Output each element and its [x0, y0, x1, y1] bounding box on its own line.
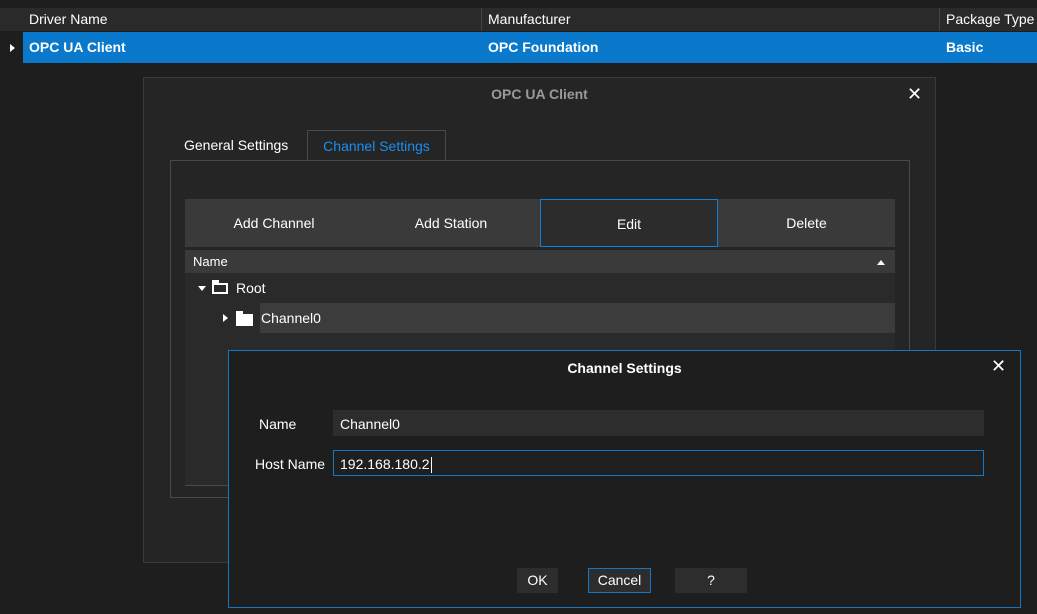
name-field[interactable]: Channel0: [333, 410, 984, 436]
table-row[interactable]: OPC UA Client OPC Foundation Basic: [0, 32, 1037, 63]
expand-icon[interactable]: [223, 314, 228, 322]
cell-manufacturer: OPC Foundation: [488, 39, 599, 55]
tab-channel-settings[interactable]: Channel Settings: [307, 130, 446, 160]
tab-general-settings[interactable]: General Settings: [184, 130, 288, 160]
delete-button[interactable]: Delete: [718, 199, 895, 247]
help-button[interactable]: ?: [675, 568, 747, 593]
add-channel-button[interactable]: Add Channel: [185, 199, 363, 247]
dialog-title: OPC UA Client: [491, 86, 588, 102]
cell-package-type: Basic: [946, 39, 984, 55]
column-header-package-type[interactable]: Package Type: [940, 8, 1037, 31]
host-name-label: Host Name: [255, 456, 326, 472]
sort-ascending-icon[interactable]: [877, 260, 885, 265]
tree-header-label: Name: [193, 254, 228, 269]
folder-icon: [236, 311, 253, 326]
row-expand-icon[interactable]: [10, 44, 15, 52]
edit-button[interactable]: Edit: [540, 199, 718, 247]
ok-button[interactable]: OK: [517, 568, 558, 593]
drivers-grid: Driver Name Manufacturer Package Type OP…: [0, 8, 1037, 65]
tree-node-label: Root: [236, 280, 266, 296]
tree-node-highlight: [260, 303, 895, 333]
cell-driver-name: OPC UA Client: [29, 39, 126, 55]
tree-node-label: Channel0: [261, 310, 321, 326]
name-label: Name: [259, 416, 297, 432]
collapse-icon[interactable]: [198, 286, 206, 291]
channel-settings-dialog: Channel Settings ✕ Name Channel0 Host Na…: [228, 350, 1021, 608]
grid-header: Driver Name Manufacturer Package Type: [0, 8, 1037, 31]
tree-node-channel[interactable]: Channel0: [185, 303, 895, 333]
host-name-value: 192.168.180.2: [340, 456, 430, 472]
close-icon[interactable]: ✕: [907, 85, 922, 103]
folder-open-icon: [212, 280, 228, 294]
text-caret: [430, 457, 432, 474]
tree-column-header[interactable]: Name: [185, 250, 895, 273]
add-station-button[interactable]: Add Station: [363, 199, 539, 247]
host-name-field[interactable]: 192.168.180.2: [333, 450, 984, 476]
tree-node-root[interactable]: Root: [185, 273, 895, 303]
column-header-driver-name[interactable]: Driver Name: [23, 8, 482, 31]
column-header-manufacturer[interactable]: Manufacturer: [482, 8, 940, 31]
dialog-title: Channel Settings: [567, 360, 682, 376]
channel-toolbar: Add Channel Add Station Edit Delete: [185, 199, 895, 247]
cancel-button[interactable]: Cancel: [588, 568, 651, 593]
close-icon[interactable]: ✕: [991, 357, 1006, 375]
